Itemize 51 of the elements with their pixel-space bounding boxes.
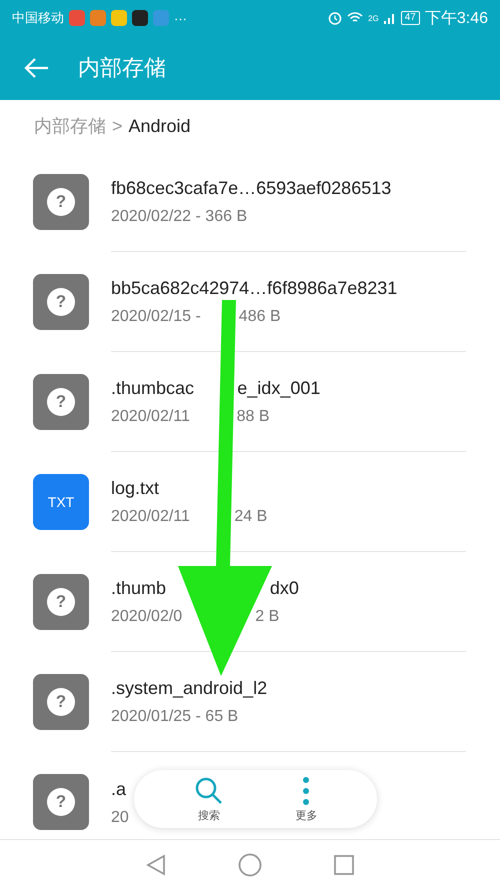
- clock: 下午3:46: [424, 8, 488, 28]
- file-details: 20: [111, 808, 129, 826]
- app-notification-icon: [132, 10, 148, 26]
- back-button[interactable]: [24, 57, 50, 79]
- file-name: .thumb: [111, 577, 166, 599]
- file-details: 2020/02/0: [111, 607, 182, 626]
- app-notification-icon: [69, 10, 85, 26]
- file-details: 2020/02/11: [111, 507, 190, 526]
- file-details: 2020/02/15 -: [111, 307, 201, 326]
- app-notification-icon: [111, 10, 127, 26]
- more-notifications: ···: [174, 10, 187, 26]
- unknown-file-icon: ?: [33, 174, 89, 230]
- app-notification-icon: [90, 10, 106, 26]
- more-icon: [302, 776, 310, 806]
- search-icon: [194, 776, 224, 806]
- file-name: e_idx_001: [237, 377, 320, 399]
- carrier-name: 中国移动: [12, 9, 64, 27]
- unknown-file-icon: ?: [33, 274, 89, 330]
- breadcrumb-current: Android: [128, 116, 191, 136]
- file-name: .thumbcac: [111, 377, 194, 399]
- file-details: 486 B: [238, 307, 281, 326]
- file-details: 88 B: [236, 407, 270, 426]
- file-details: 2020/02/22 - 366 B: [111, 207, 248, 226]
- wifi-icon: [347, 12, 364, 24]
- unknown-file-icon: ?: [33, 374, 89, 430]
- file-name: dx0: [270, 577, 299, 599]
- alarm-icon: [328, 11, 342, 25]
- breadcrumb-separator: >: [112, 116, 123, 136]
- search-button[interactable]: 搜索: [194, 776, 224, 822]
- network-type: 2G: [368, 14, 379, 22]
- more-button[interactable]: 更多: [295, 776, 318, 822]
- file-name: .a: [111, 778, 126, 800]
- unknown-file-icon: ?: [33, 574, 89, 630]
- file-name: .system_android_l2: [111, 677, 268, 699]
- text-file-icon: TXT: [33, 474, 89, 530]
- back-nav-button[interactable]: [146, 854, 166, 876]
- app-notification-icon: [153, 10, 169, 26]
- file-name: fb68cec3cafa7e…6593aef0286513: [111, 177, 392, 199]
- file-details: 2020/02/11: [111, 407, 190, 426]
- file-name: log.txt: [111, 477, 160, 499]
- unknown-file-icon: ?: [33, 674, 89, 730]
- recents-button[interactable]: [334, 854, 354, 874]
- file-details: 2020/01/25 - 65 B: [111, 707, 238, 726]
- file-details: 2 B: [255, 607, 280, 626]
- file-details: 24 B: [234, 507, 268, 526]
- file-name: bb5ca682c42974…f6f8986a7e8231: [111, 277, 398, 299]
- signal-icon: [384, 12, 396, 24]
- page-title: 内部存储: [78, 54, 166, 82]
- home-button[interactable]: [238, 852, 262, 876]
- battery-indicator: 47: [400, 11, 420, 25]
- unknown-file-icon: ?: [33, 774, 89, 830]
